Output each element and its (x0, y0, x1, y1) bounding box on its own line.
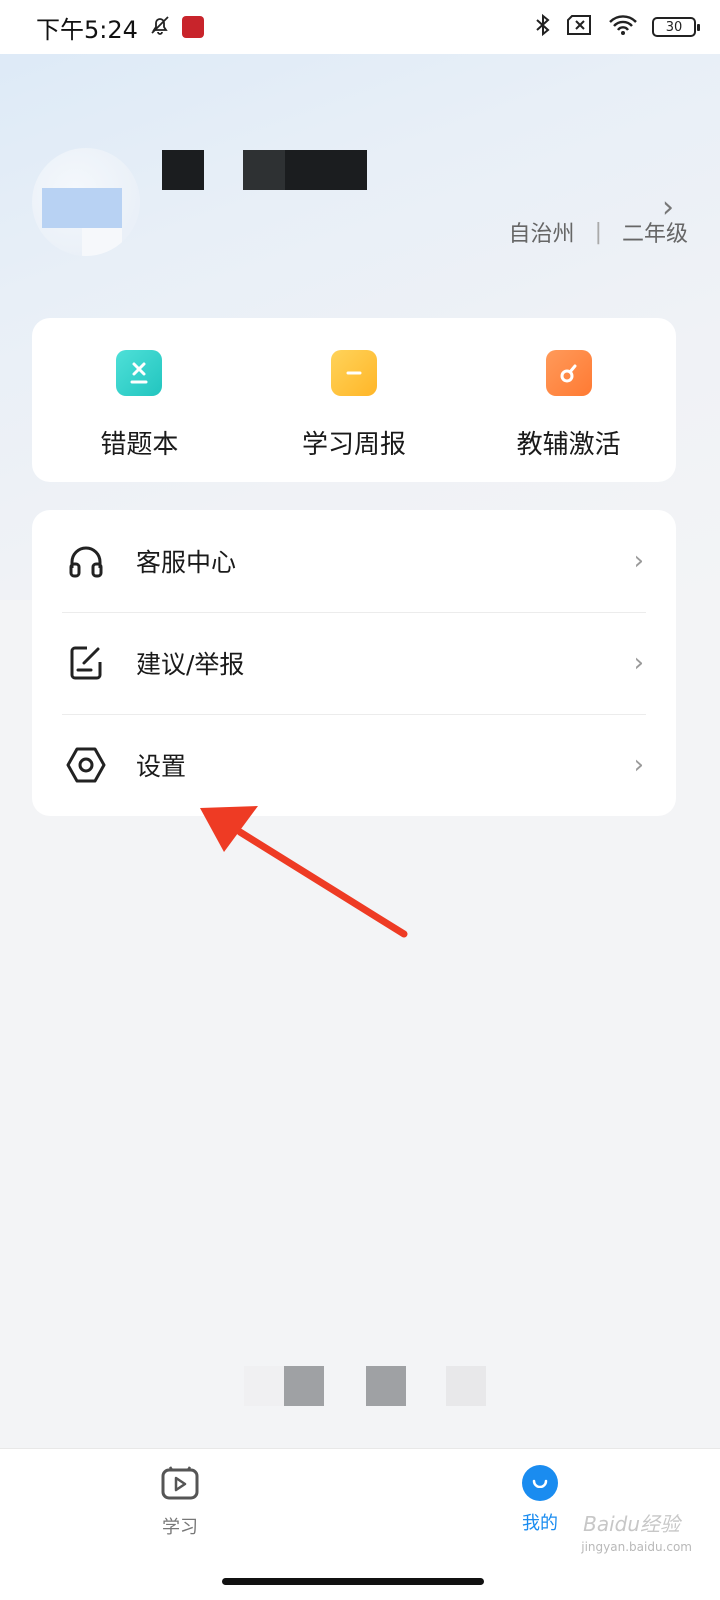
home-indicator[interactable] (222, 1578, 484, 1585)
watermark: Baidu经验 (583, 1512, 680, 1536)
play-icon (160, 1465, 200, 1505)
blurred-block (284, 1366, 324, 1406)
watermark-url: jingyan.baidu.com (581, 1540, 692, 1554)
blurred-block (446, 1366, 486, 1406)
profile-icon (522, 1465, 558, 1501)
nav-label: 我的 (522, 1513, 558, 1534)
nav-label: 学习 (162, 1517, 198, 1538)
blurred-block (244, 1366, 284, 1406)
blurred-block (366, 1366, 406, 1406)
annotation-arrow (200, 806, 408, 938)
